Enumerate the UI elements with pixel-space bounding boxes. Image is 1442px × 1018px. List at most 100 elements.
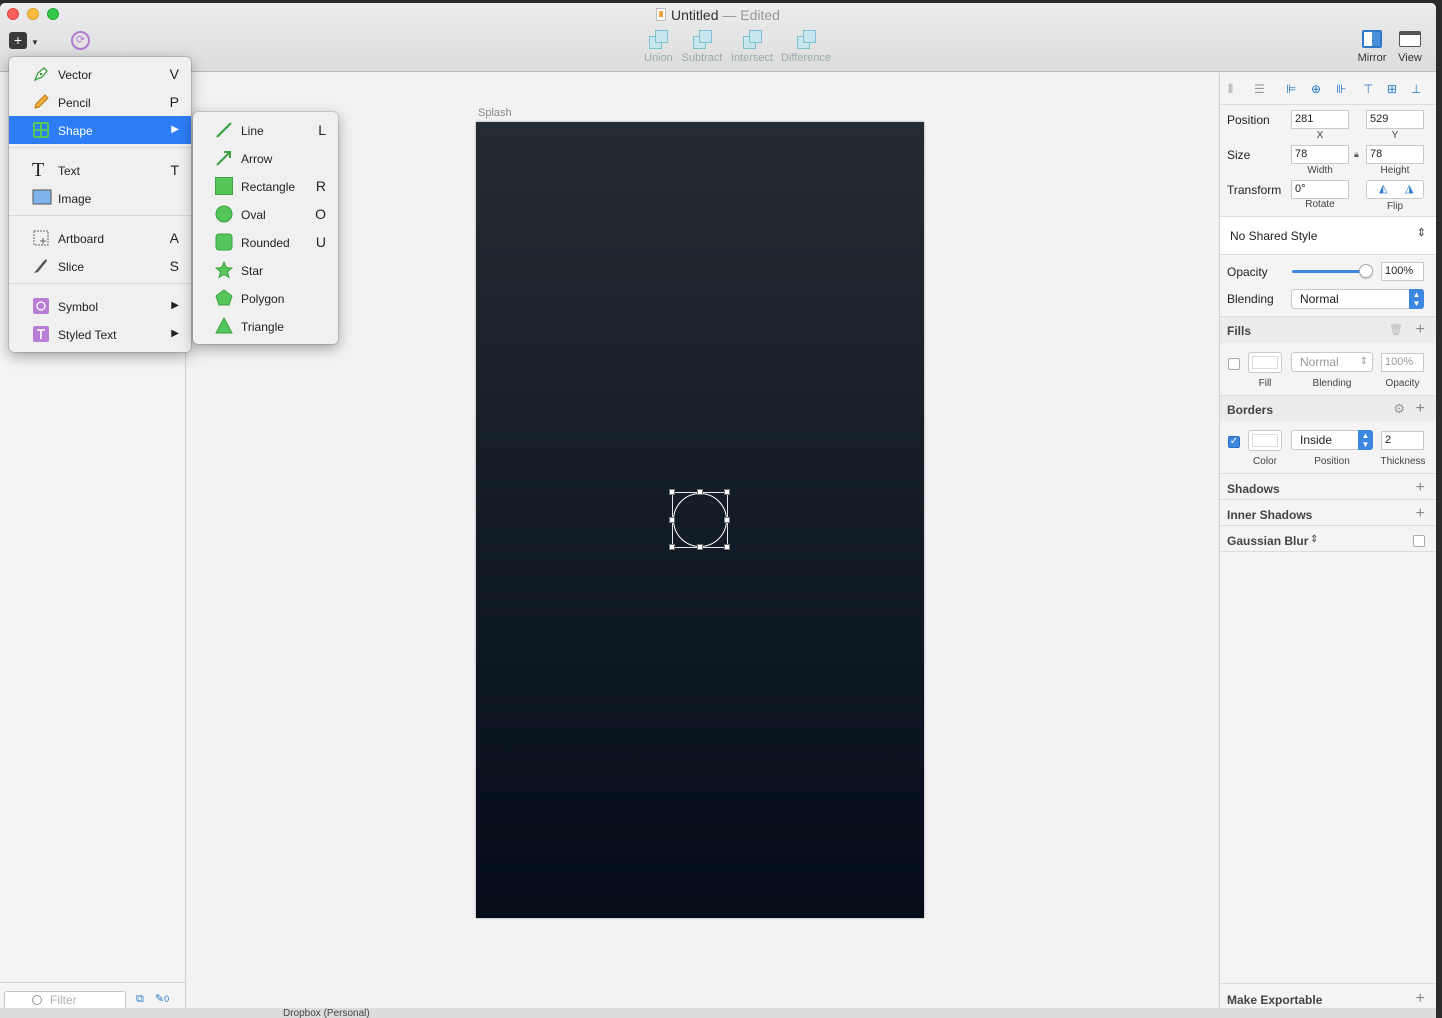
chevron-down-icon[interactable]: ▼ — [31, 38, 39, 47]
shortcut-key: V — [169, 66, 179, 82]
toolbar: Untitled — Edited + ▼ ⟳ Union Subtract I… — [0, 3, 1436, 72]
add-export-icon[interactable]: + — [1416, 991, 1425, 1007]
add-fill-icon[interactable]: + — [1416, 322, 1425, 338]
align-middle-icon[interactable]: ⊞ — [1387, 83, 1400, 95]
menu-item-label: Slice — [58, 260, 85, 274]
resize-handle-right[interactable] — [724, 517, 730, 523]
flip-horizontal-icon[interactable]: ◭ — [1379, 182, 1387, 195]
menu-item-label: Shape — [58, 124, 93, 138]
resize-handle-bottom[interactable] — [697, 544, 703, 550]
pages-icon[interactable]: ⧉ — [136, 993, 144, 1005]
shape-icon — [32, 121, 50, 139]
union-button[interactable]: Union — [644, 30, 673, 64]
height-field[interactable]: 78 — [1366, 145, 1424, 164]
add-border-icon[interactable]: + — [1416, 401, 1425, 417]
menu-item-image[interactable]: Image — [9, 184, 191, 212]
align-right-icon[interactable]: ⊪ — [1336, 83, 1349, 95]
menu-item-triangle[interactable]: Triangle — [193, 311, 338, 339]
distribute-horizontal-icon[interactable]: ⫴ — [1228, 83, 1241, 95]
oval-layer[interactable] — [673, 493, 727, 547]
sync-icon[interactable]: ⟳ — [71, 31, 90, 50]
add-inner-shadow-icon[interactable]: + — [1416, 506, 1425, 522]
resize-handle-top-left[interactable] — [669, 489, 675, 495]
resize-handle-bottom-right[interactable] — [724, 544, 730, 550]
chevron-updown-icon: ⇕ — [1416, 227, 1426, 239]
view-button[interactable]: View — [1394, 30, 1426, 64]
border-enabled-checkbox[interactable]: ✓ — [1228, 436, 1240, 448]
menu-item-shape[interactable]: Shape ▶ — [9, 116, 191, 144]
menu-item-symbol[interactable]: Symbol ▶ — [9, 292, 191, 320]
menu-item-label: Rectangle — [241, 180, 296, 194]
flip-vertical-icon[interactable]: ◮ — [1405, 182, 1413, 195]
menu-item-text[interactable]: T Text T — [9, 156, 191, 184]
menu-item-styled-text[interactable]: Styled Text ▶ — [9, 320, 191, 348]
resize-handle-bottom-left[interactable] — [669, 544, 675, 550]
fill-blending-value: Normal — [1300, 355, 1339, 369]
size-label: Size — [1227, 148, 1251, 162]
menu-item-label: Symbol — [58, 300, 99, 314]
chevron-updown-icon[interactable]: ⇕ — [1310, 534, 1318, 545]
artboard-icon — [32, 229, 50, 247]
width-field[interactable]: 78 — [1291, 145, 1349, 164]
menu-item-vector[interactable]: Vector V — [9, 60, 191, 88]
resize-handle-top[interactable] — [697, 489, 703, 495]
fill-color-swatch[interactable] — [1248, 352, 1282, 373]
distribute-vertical-icon[interactable]: ☰ — [1254, 83, 1267, 95]
add-shadow-icon[interactable]: + — [1416, 480, 1425, 496]
gaussian-blur-title[interactable]: Gaussian Blur — [1227, 534, 1308, 548]
opacity-slider-knob[interactable] — [1359, 264, 1373, 278]
x-field[interactable]: 281 — [1291, 110, 1349, 129]
gaussian-blur-checkbox[interactable] — [1413, 535, 1425, 547]
document-title: Untitled — [671, 7, 719, 23]
border-color-swatch[interactable] — [1248, 430, 1282, 451]
menu-item-oval[interactable]: Oval O — [193, 199, 338, 227]
gear-icon[interactable]: ⚙ — [1393, 401, 1405, 417]
resize-handle-left[interactable] — [669, 517, 675, 523]
menu-item-pencil[interactable]: Pencil P — [9, 88, 191, 116]
mirror-button[interactable]: Mirror — [1355, 30, 1389, 64]
difference-button[interactable]: Difference — [780, 30, 832, 64]
pencil-icon — [32, 93, 50, 111]
rotate-field[interactable]: 0° — [1291, 180, 1349, 199]
y-field[interactable]: 529 — [1366, 110, 1424, 129]
align-top-icon[interactable]: ⊤ — [1363, 83, 1376, 95]
align-bottom-icon[interactable]: ⊥ — [1411, 83, 1424, 95]
symbol-icon — [32, 297, 50, 315]
subtract-button[interactable]: Subtract — [680, 30, 724, 64]
menu-separator — [9, 283, 191, 284]
triangle-icon — [215, 316, 233, 335]
menu-item-polygon[interactable]: Polygon — [193, 283, 338, 311]
opacity-slider[interactable] — [1292, 270, 1368, 273]
menu-item-label: Triangle — [241, 320, 284, 334]
menu-item-rounded[interactable]: Rounded U — [193, 227, 338, 255]
opacity-field[interactable]: 100% — [1381, 262, 1424, 281]
chevron-updown-icon: ⇕ — [1359, 356, 1368, 367]
artboard-label[interactable]: Splash — [478, 107, 512, 119]
align-left-icon[interactable]: ⊫ — [1286, 83, 1299, 95]
insert-button[interactable]: + — [9, 32, 27, 49]
intersect-button[interactable]: Intersect — [730, 30, 774, 64]
lock-icon[interactable]: 🔒︎ — [1354, 149, 1359, 160]
slice-filter-icon[interactable]: ✎ — [155, 993, 164, 1005]
document-icon — [656, 8, 667, 21]
trash-icon[interactable]: 🗑︎ — [1389, 323, 1403, 336]
fill-enabled-checkbox[interactable] — [1228, 358, 1240, 370]
shadows-header: Shadows + — [1220, 474, 1436, 499]
menu-item-label: Line — [241, 124, 264, 138]
shared-style-select[interactable]: No Shared Style ⇕ — [1220, 217, 1436, 254]
align-center-icon[interactable]: ⊕ — [1311, 83, 1324, 95]
menu-item-arrow[interactable]: Arrow — [193, 143, 338, 171]
inspector-panel: ⫴ ☰ ⊫ ⊕ ⊪ ⊤ ⊞ ⊥ Position 281 529 X Y Siz… — [1219, 73, 1436, 1018]
menu-item-slice[interactable]: Slice S — [9, 252, 191, 280]
fill-opacity-field[interactable]: 100% — [1381, 353, 1424, 372]
menu-item-line[interactable]: Line L — [193, 115, 338, 143]
menu-item-star[interactable]: Star — [193, 255, 338, 283]
menu-item-rectangle[interactable]: Rectangle R — [193, 171, 338, 199]
menu-item-artboard[interactable]: Artboard A — [9, 224, 191, 252]
border-position-select[interactable]: Inside ▲ ▼ — [1291, 430, 1373, 450]
blending-select[interactable]: Normal ▲ ▼ — [1291, 289, 1424, 309]
border-thickness-sublabel: Thickness — [1380, 456, 1426, 467]
resize-handle-top-right[interactable] — [724, 489, 730, 495]
fill-blending-select[interactable]: Normal ⇕ — [1291, 352, 1373, 372]
border-thickness-field[interactable]: 2 — [1381, 431, 1424, 450]
